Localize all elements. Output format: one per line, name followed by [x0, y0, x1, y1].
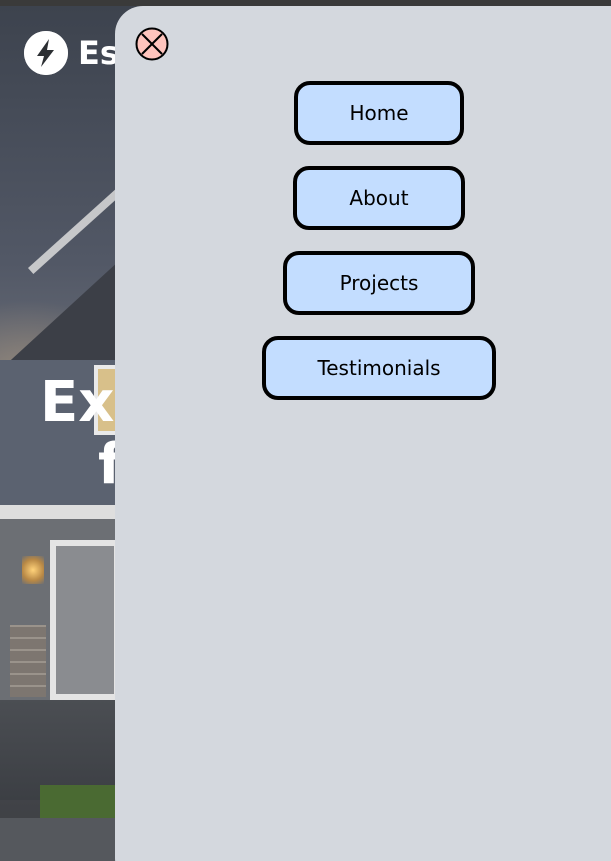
nav-about-button[interactable]: About [293, 166, 465, 230]
lawn [40, 785, 120, 820]
page: Es Ex f Home About Projects Testimonials [0, 0, 611, 861]
house-eave [0, 505, 120, 519]
lightning-bolt-icon [24, 31, 68, 75]
curb [0, 818, 120, 861]
porch-light [22, 556, 44, 584]
close-x-circle-icon [135, 27, 169, 61]
stone-column [10, 625, 46, 697]
nav-testimonials-button[interactable]: Testimonials [262, 336, 496, 400]
brand[interactable]: Es [24, 31, 119, 75]
nav-home-button[interactable]: Home [294, 81, 464, 145]
close-menu-button[interactable] [135, 27, 169, 61]
brand-name: Es [78, 34, 119, 72]
garage-door [50, 540, 120, 700]
nav-projects-button[interactable]: Projects [283, 251, 475, 315]
house-roof [0, 260, 120, 370]
